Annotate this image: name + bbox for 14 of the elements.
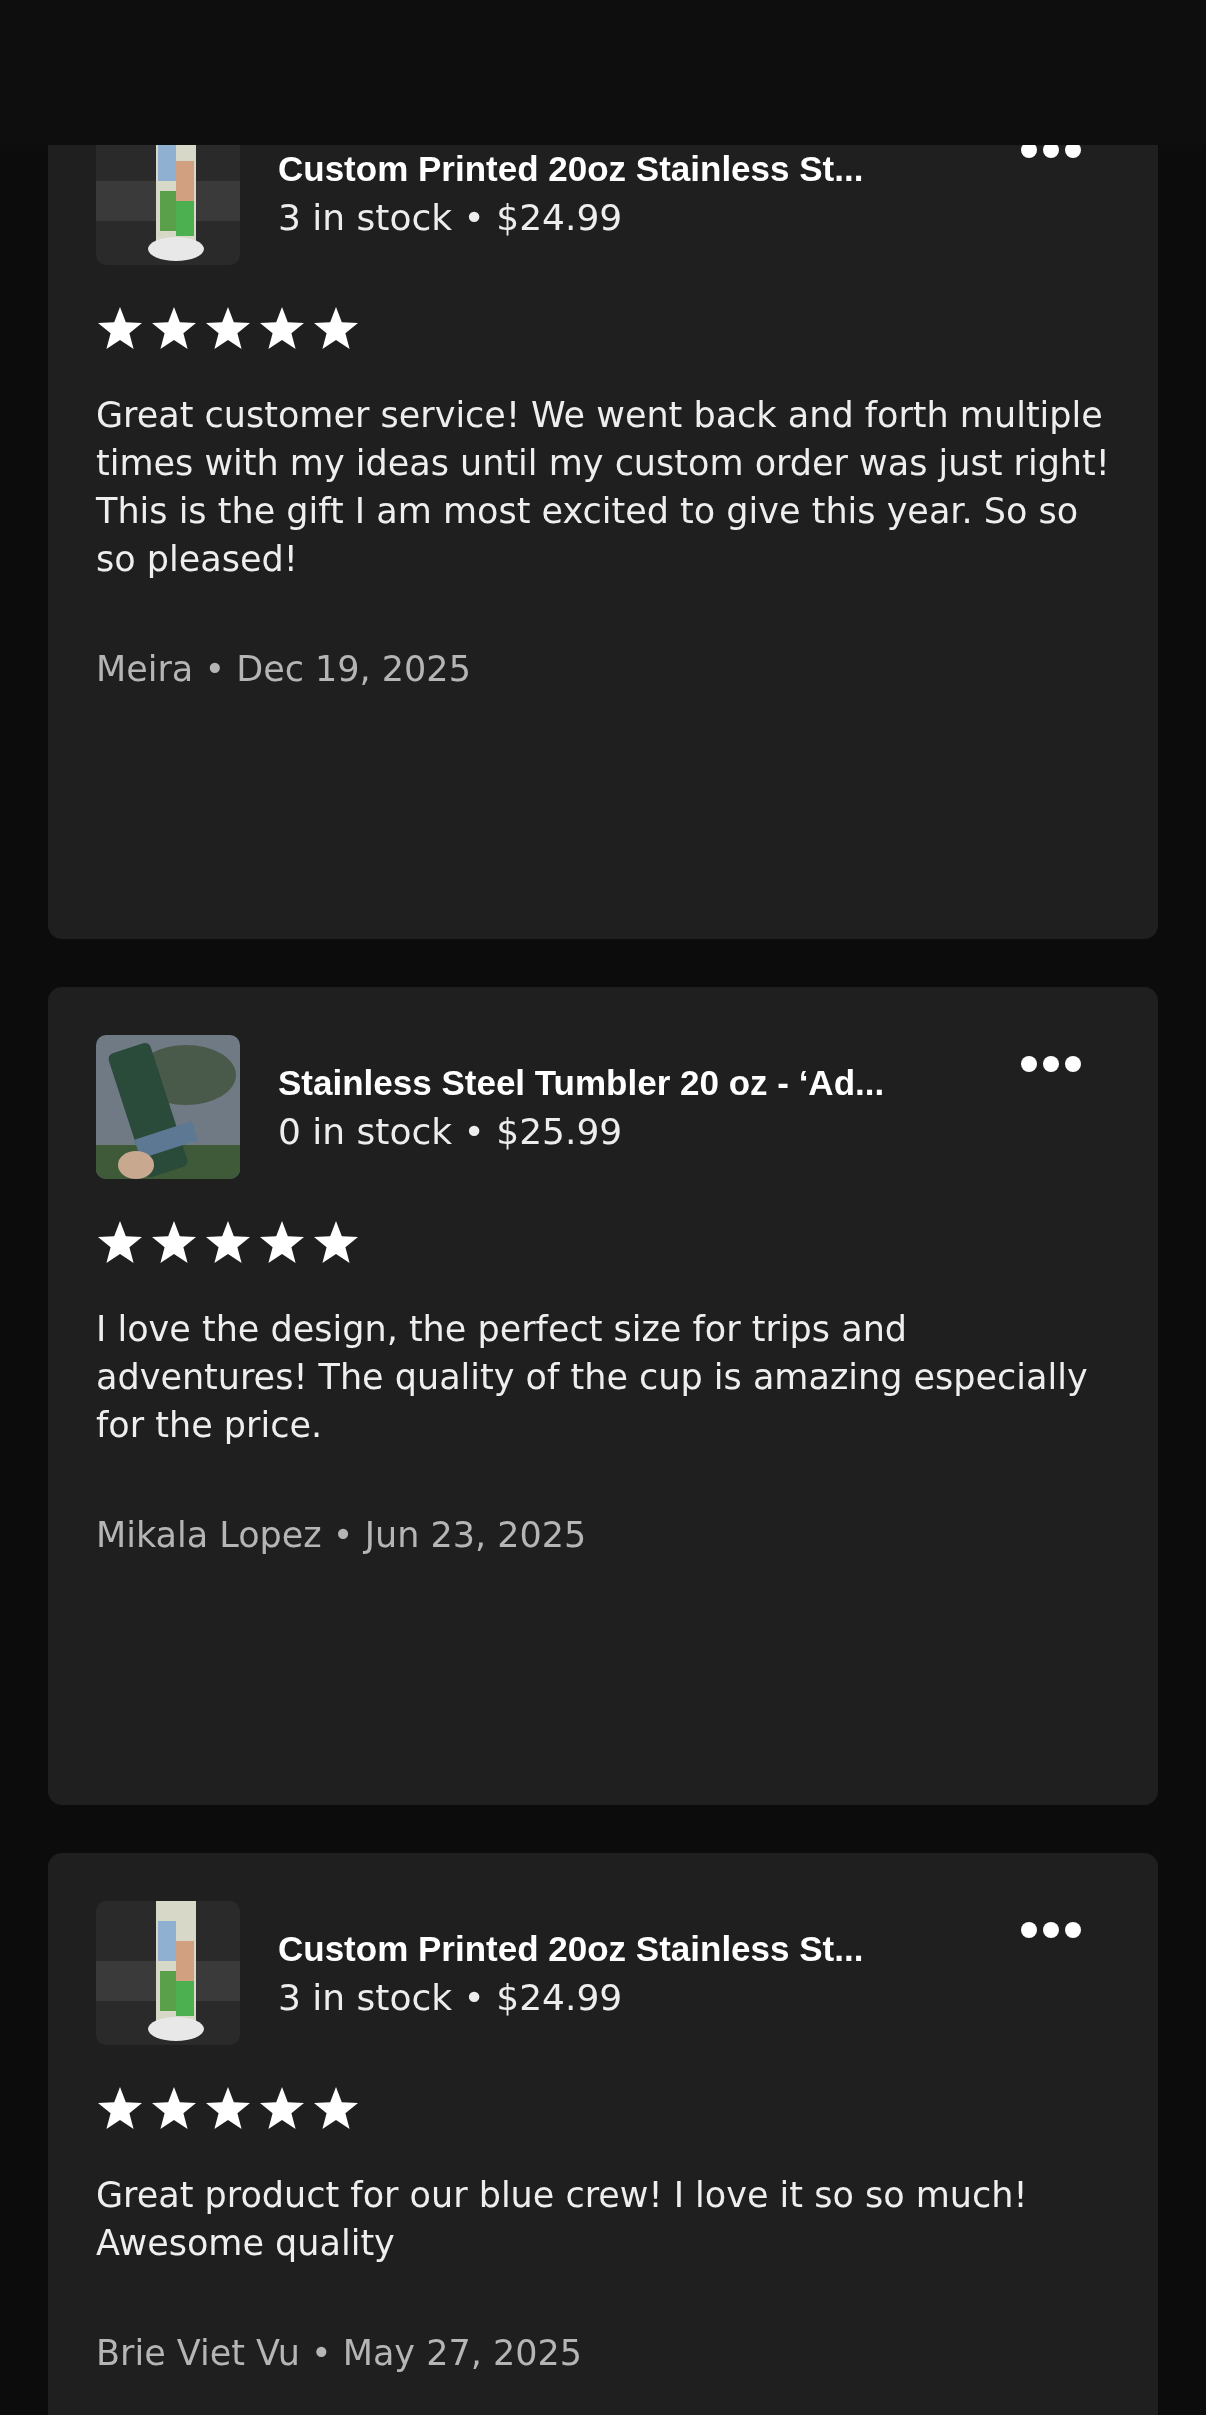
product-stock-price: 0 in stock • $25.99 (278, 1110, 624, 1152)
product-title[interactable]: Custom Printed 20oz Stainless St... (278, 148, 982, 189)
product-stock-price: 3 in stock • $24.99 (278, 1976, 624, 2018)
review-text: Great customer service! We went back and forth multiple times with my ideas until my custom order was just right! This is the gift I am most excited to give this year. So so so pleased! (96, 394, 1110, 581)
review-text: Great product for our blue crew! I love it so so much! Awesome quality (96, 2174, 1029, 2265)
product-title[interactable]: Stainless Steel Tumbler 20 oz - ‘Ad... (278, 1062, 982, 1103)
product-stock-price: 3 in stock • $24.99 (278, 196, 624, 238)
review-author-date: Meira • Dec 19, 2025 (96, 649, 472, 689)
product-title[interactable]: Custom Printed 20oz Stainless St... (278, 1928, 982, 1969)
review-text: I love the design, the perfect size for trips and adventures! The quality of the cup is amazing especially for the price. (96, 1308, 1089, 1447)
more-icon[interactable] (1020, 1055, 1082, 1073)
more-icon[interactable] (1020, 1921, 1082, 1939)
review-author-date: Brie Viet Vu • May 27, 2025 (96, 2333, 584, 2373)
review-author-date: Mikala Lopez • Jun 23, 2025 (96, 1515, 588, 1555)
